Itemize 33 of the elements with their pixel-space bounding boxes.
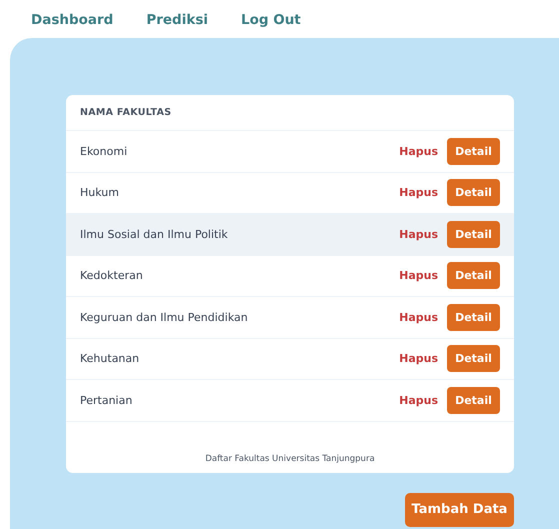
detail-button[interactable]: Detail	[447, 304, 500, 331]
detail-button[interactable]: Detail	[447, 386, 500, 414]
detail-button[interactable]: Detail	[447, 345, 500, 372]
faculty-name: Pertanian	[80, 394, 134, 407]
faculty-name: Keguruan dan Ilmu Pendidikan	[80, 310, 249, 324]
detail-button[interactable]: Detail	[447, 138, 500, 165]
faculty-name: Kedokteran	[80, 269, 144, 282]
column-header: NAMA FAKULTAS	[80, 107, 172, 118]
table-row[interactable]: Keguruan dan Ilmu Pendidikan Hapus Detail	[66, 297, 514, 338]
delete-link[interactable]: Hapus	[399, 352, 438, 366]
table-row[interactable]: Ilmu Sosial dan Ilmu Politik Hapus Detail	[66, 214, 514, 256]
faculty-name: Hukum	[80, 186, 120, 200]
nav-link[interactable]: Prediksi	[146, 12, 208, 38]
add-data-button[interactable]: Tambah Data	[405, 492, 514, 526]
delete-link[interactable]: Hapus	[399, 310, 438, 324]
table-row[interactable]: Ekonomi Hapus Detail	[66, 131, 514, 172]
delete-link[interactable]: Hapus	[399, 228, 438, 241]
faculty-name: Ekonomi	[80, 144, 128, 158]
detail-button[interactable]: Detail	[447, 262, 500, 290]
delete-link[interactable]: Hapus	[399, 186, 438, 200]
delete-link[interactable]: Hapus	[399, 394, 438, 407]
delete-link[interactable]: Hapus	[399, 269, 438, 282]
detail-button[interactable]: Detail	[447, 220, 500, 248]
table-row[interactable]: Kedokteran Hapus Detail	[66, 256, 514, 297]
nav-link[interactable]: Log Out	[240, 12, 301, 38]
delete-link[interactable]: Hapus	[399, 144, 438, 158]
detail-button[interactable]: Detail	[447, 179, 500, 206]
faculty-name: Kehutanan	[80, 352, 140, 366]
nav-link[interactable]: Dashboard	[31, 12, 114, 38]
table-caption: Daftar Fakultas Universitas Tanjungpura	[205, 454, 375, 464]
table-row[interactable]: Pertanian Hapus Detail	[66, 380, 514, 422]
table-row[interactable]: Kehutanan Hapus Detail	[66, 338, 514, 380]
faculty-name: Ilmu Sosial dan Ilmu Politik	[80, 228, 229, 241]
